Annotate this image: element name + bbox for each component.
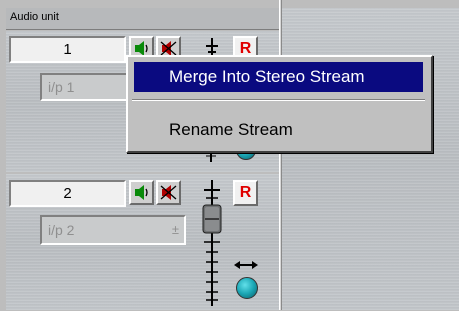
input-select-2[interactable]: i/p 2 ± xyxy=(40,215,186,245)
right-panel xyxy=(282,8,459,310)
menu-item-rename-stream[interactable]: Rename Stream xyxy=(134,115,423,145)
panel-divider[interactable] xyxy=(279,0,282,310)
speaker-on-icon[interactable] xyxy=(129,180,154,205)
pan-arrows-icon xyxy=(232,258,260,272)
record-button-2[interactable]: R xyxy=(233,180,258,206)
input-select-2-label: i/p 2 xyxy=(48,222,75,238)
input-select-1[interactable]: i/p 1 xyxy=(40,73,134,101)
pan-knob-2[interactable] xyxy=(236,277,258,299)
context-menu: Merge Into Stereo Stream Rename Stream xyxy=(126,55,433,153)
header-title: Audio unit xyxy=(10,11,59,23)
menu-item-merge-into-stereo-stream[interactable]: Merge Into Stereo Stream xyxy=(134,62,423,92)
audio-unit-header: Audio unit xyxy=(6,8,279,30)
dropdown-arrow-icon: ± xyxy=(171,222,179,237)
strip-2-number[interactable]: 2 xyxy=(9,180,126,207)
speaker-mute-icon[interactable] xyxy=(156,180,181,205)
menu-separator xyxy=(132,99,425,101)
fader-2[interactable] xyxy=(199,180,225,306)
strip-1-number[interactable]: 1 xyxy=(9,36,126,63)
